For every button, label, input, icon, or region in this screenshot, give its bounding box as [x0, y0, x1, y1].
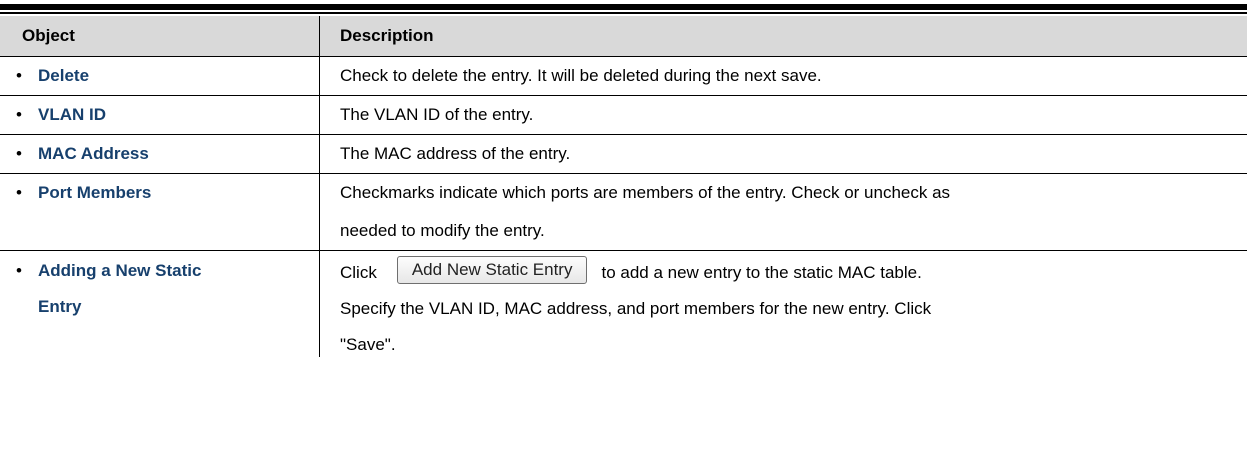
- object-label: Delete: [38, 66, 90, 85]
- description-cell: Check to delete the entry. It will be de…: [320, 57, 1247, 95]
- header-description-label: Description: [340, 26, 434, 45]
- description-text: Check to delete the entry. It will be de…: [340, 66, 822, 85]
- description-text: Click Add New Static Entry to add a new en…: [340, 255, 931, 363]
- bullet-icon: •: [16, 261, 22, 280]
- add-new-static-entry-button[interactable]: Add New Static Entry: [396, 255, 588, 284]
- object-label: Adding a New Static: [38, 261, 202, 280]
- bullet-icon: •: [16, 183, 22, 202]
- object-label: Port Members: [38, 183, 152, 202]
- description-line: to add a new entry to the static MAC tab…: [601, 263, 922, 282]
- click-label: Click: [340, 263, 377, 282]
- table-row: • VLAN ID The VLAN ID of the entry.: [0, 96, 1247, 135]
- description-text: The VLAN ID of the entry.: [340, 105, 534, 124]
- description-line: Specify the VLAN ID, MAC address, and po…: [340, 299, 932, 318]
- description-line: Checkmarks indicate which ports are memb…: [340, 183, 951, 202]
- object-description-table: Object Description • Delete Check to dele…: [0, 16, 1247, 357]
- object-label-continued: Entry: [38, 297, 82, 316]
- bullet-icon: •: [16, 66, 22, 85]
- description-cell: Click Add New Static Entry to add a new en…: [320, 251, 1247, 357]
- header-description-cell: Description: [320, 16, 1247, 56]
- header-object-label: Object: [22, 26, 75, 45]
- object-cell: • Adding a New Static Entry: [0, 251, 320, 357]
- description-text: Checkmarks indicate which ports are memb…: [340, 174, 950, 250]
- description-line: "Save".: [340, 335, 396, 354]
- header-object-cell: Object: [0, 16, 320, 56]
- object-label: VLAN ID: [38, 105, 106, 124]
- table-row: • Delete Check to delete the entry. It wi…: [0, 57, 1247, 96]
- table-row: • MAC Address The MAC address of the entr…: [0, 135, 1247, 174]
- description-cell: The VLAN ID of the entry.: [320, 96, 1247, 134]
- object-cell: • MAC Address: [0, 135, 320, 173]
- description-cell: Checkmarks indicate which ports are memb…: [320, 174, 1247, 250]
- top-rule-thick: [0, 4, 1247, 10]
- bullet-icon: •: [16, 105, 22, 124]
- description-text: The MAC address of the entry.: [340, 144, 571, 163]
- object-cell: • Port Members: [0, 174, 320, 250]
- description-cell: The MAC address of the entry.: [320, 135, 1247, 173]
- table-row: • Port Members Checkmarks indicate which …: [0, 174, 1247, 251]
- object-cell: • VLAN ID: [0, 96, 320, 134]
- object-label: MAC Address: [38, 144, 149, 163]
- object-cell: • Delete: [0, 57, 320, 95]
- table-header-row: Object Description: [0, 16, 1247, 57]
- bullet-icon: •: [16, 144, 22, 163]
- description-line: needed to modify the entry.: [340, 221, 545, 240]
- table-row: • Adding a New Static Entry Click Add New …: [0, 251, 1247, 357]
- top-rule-thin: [0, 12, 1247, 14]
